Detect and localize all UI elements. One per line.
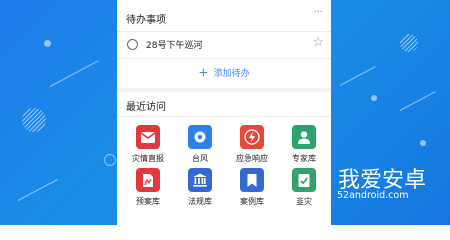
divider — [117, 116, 331, 117]
decor-streak — [339, 66, 376, 86]
shortcut-label: 灾情直报 — [132, 154, 164, 163]
plan-doc-icon — [136, 168, 160, 192]
person-icon — [292, 125, 316, 149]
shortcut-label: 预案库 — [136, 197, 160, 206]
shortcut-label: 案例库 — [240, 197, 264, 206]
shortcut-plan-library[interactable]: 预案库 — [125, 168, 171, 218]
decor-dot — [44, 40, 51, 47]
shortcut-case-library[interactable]: 案例库 — [229, 168, 275, 218]
shortcut-label: 应急响应 — [236, 154, 268, 163]
courthouse-icon — [188, 168, 212, 192]
star-icon[interactable]: ☆ — [312, 36, 324, 50]
divider — [117, 58, 331, 59]
recent-visits-card: 最近访问 灾情直报 台风 应急响应 专家库 预案库 法规库 案例库 韭灾 — [117, 92, 331, 225]
decor-streak — [49, 60, 99, 87]
add-todo-button[interactable]: + 添加待办 — [117, 62, 331, 82]
todo-item[interactable]: 28号下午巡河 ☆ — [117, 33, 331, 57]
todo-card: 待办事项 ··· 28号下午巡河 ☆ + 添加待办 — [117, 0, 331, 88]
recent-visits-title: 最近访问 — [126, 102, 166, 113]
plus-icon: + — [198, 65, 209, 80]
shortcut-disaster-review[interactable]: 韭灾 — [281, 168, 327, 218]
decor-streak — [17, 178, 58, 201]
todo-card-title: 待办事项 — [126, 15, 166, 26]
shortcut-label: 法规库 — [188, 197, 212, 206]
todo-item-text: 28号下午巡河 — [146, 41, 203, 51]
shortcut-label: 韭灾 — [296, 197, 312, 206]
decor-striped-circle — [400, 34, 418, 52]
watermark-url: 52android.com — [337, 190, 409, 201]
decor-ring — [104, 154, 116, 166]
envelope-icon — [136, 125, 160, 149]
phone-screen: 待办事项 ··· 28号下午巡河 ☆ + 添加待办 最近访问 灾情直报 台风 应… — [117, 0, 331, 225]
check-icon — [292, 168, 316, 192]
bookmark-icon — [240, 168, 264, 192]
divider — [117, 31, 331, 32]
more-icon[interactable]: ··· — [313, 8, 323, 18]
shortcut-label: 台风 — [192, 154, 208, 163]
decor-streak — [399, 91, 436, 111]
shortcut-label: 专家库 — [292, 154, 316, 163]
promo-background: 待办事项 ··· 28号下午巡河 ☆ + 添加待办 最近访问 灾情直报 台风 应… — [0, 0, 450, 225]
typhoon-icon — [188, 125, 212, 149]
decor-dot — [371, 95, 377, 101]
add-todo-label: 添加待办 — [213, 69, 250, 79]
decor-striped-circle — [22, 108, 46, 132]
todo-checkbox[interactable] — [127, 39, 138, 50]
decor-dot — [420, 140, 426, 146]
lightning-icon — [240, 125, 264, 149]
shortcut-regulation-library[interactable]: 法规库 — [177, 168, 223, 218]
